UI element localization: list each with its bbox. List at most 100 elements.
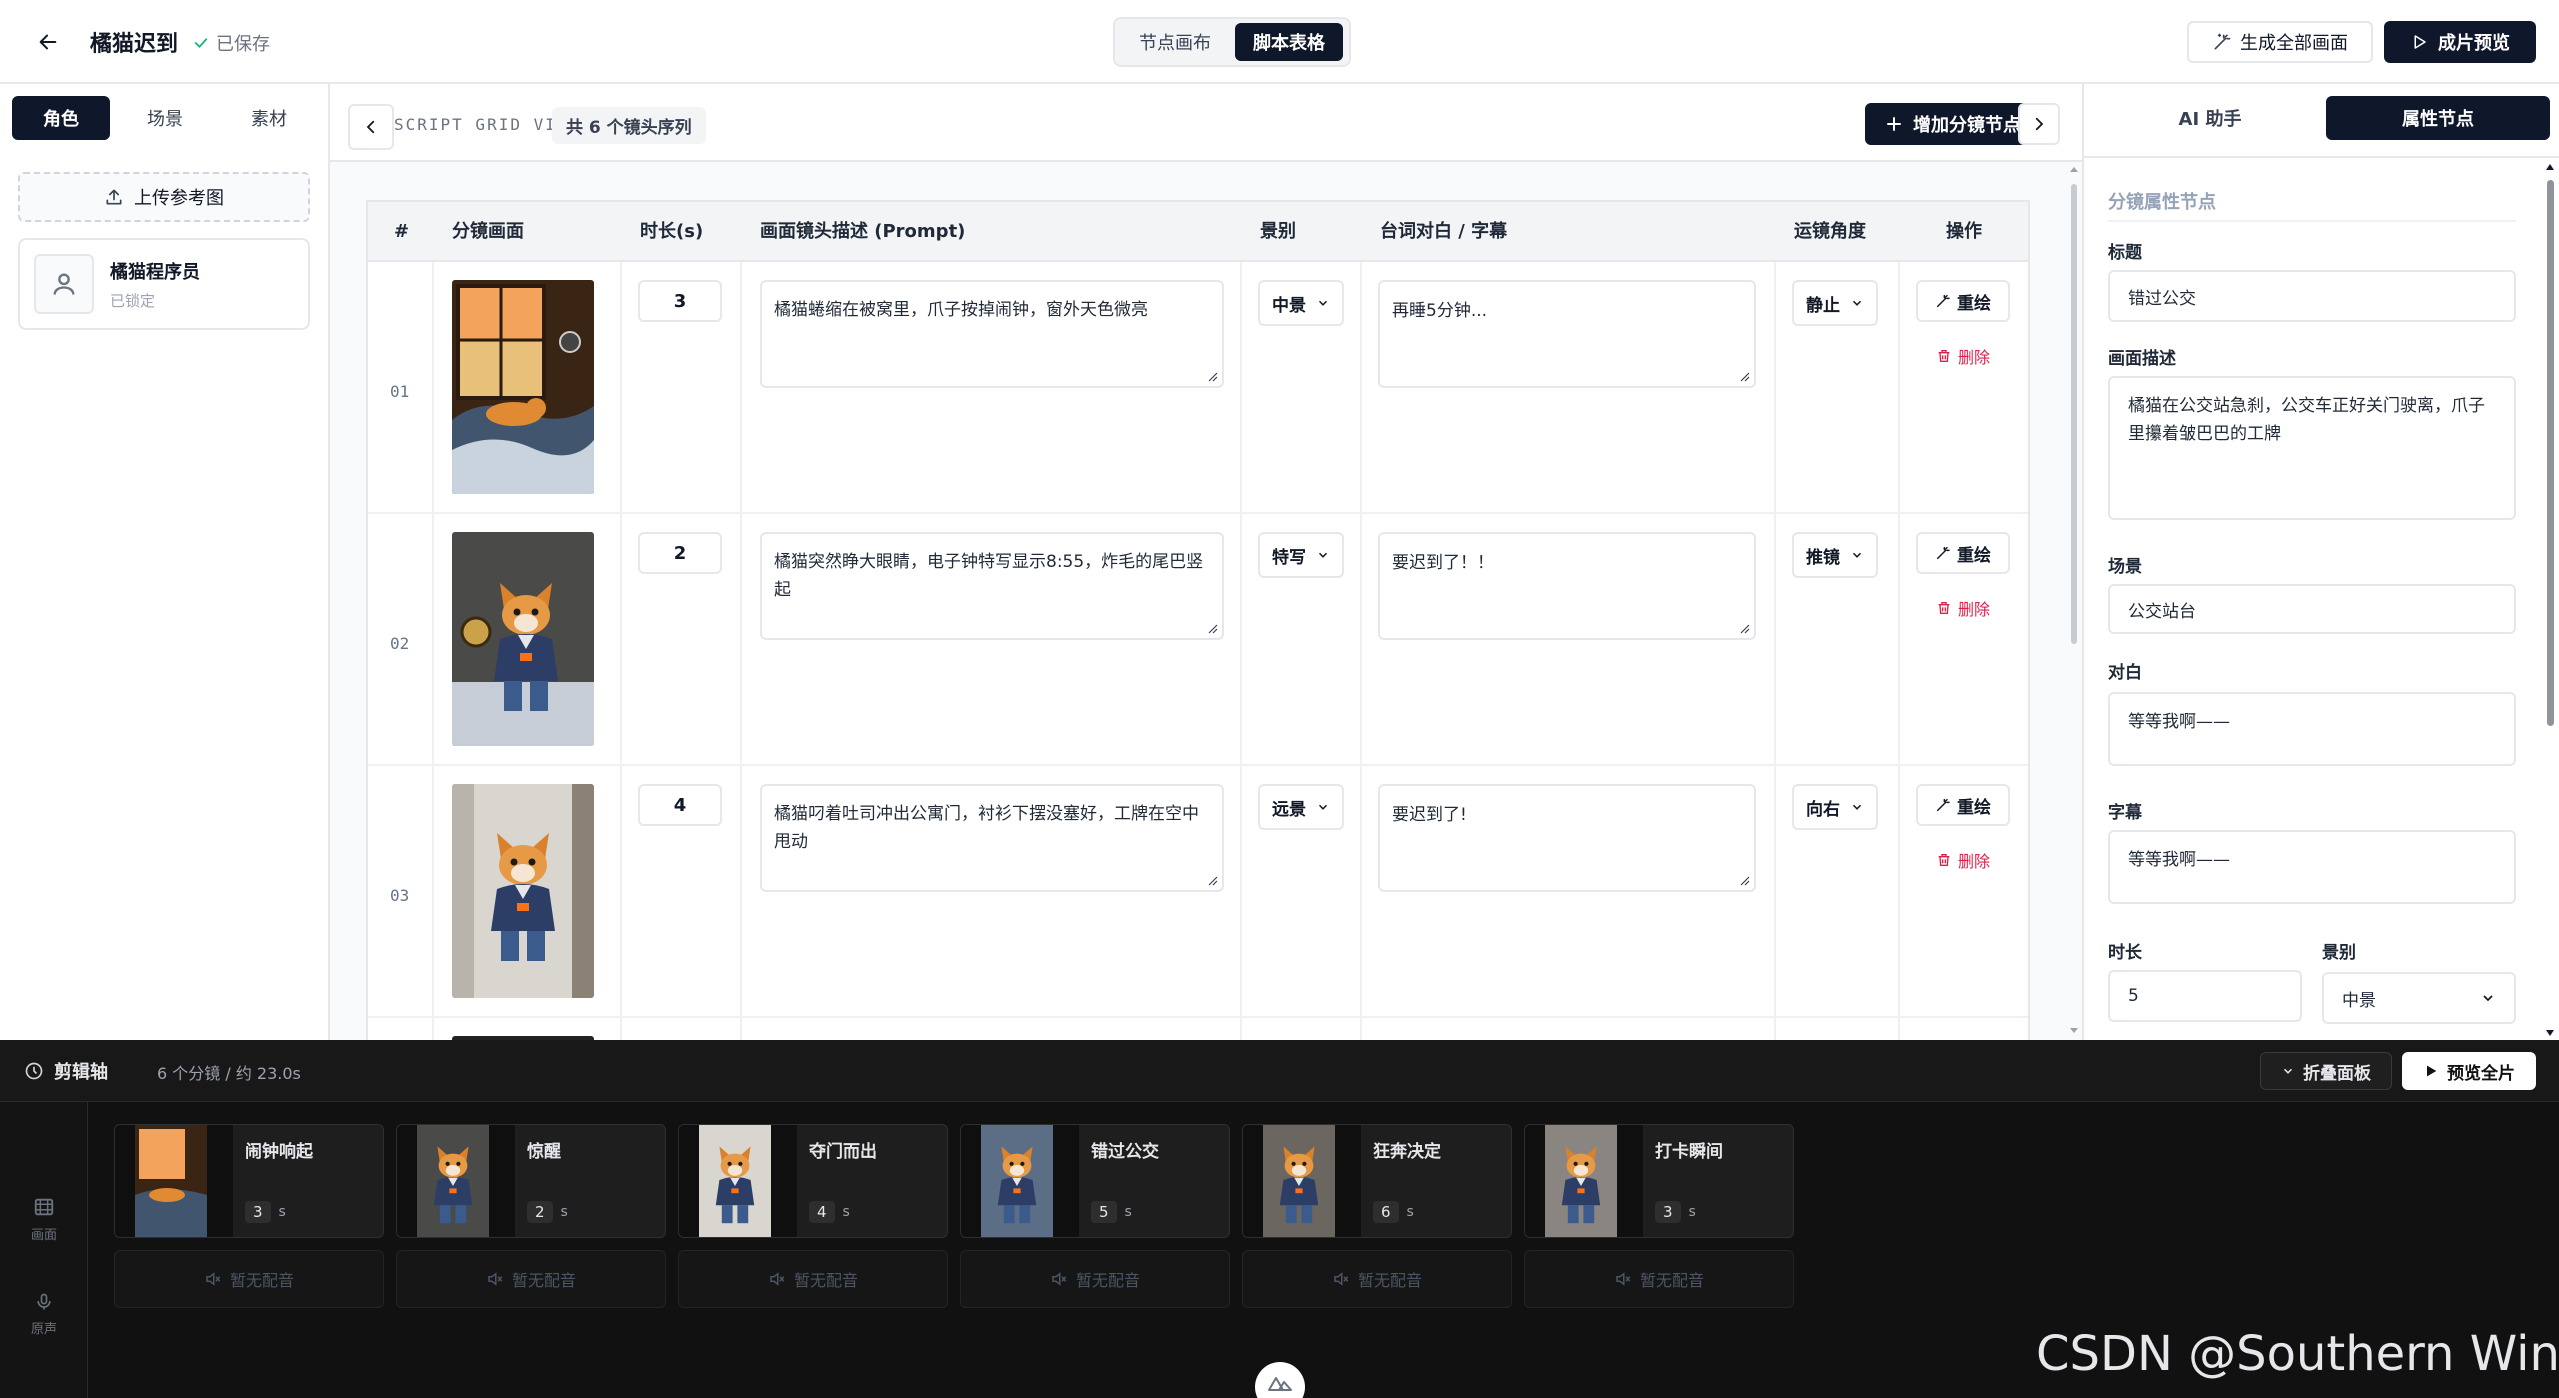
back-arrow-icon[interactable] bbox=[32, 26, 64, 58]
prompt-textarea[interactable]: 橘猫蜷缩在被窝里，爪子按掉闹钟，窗外天色微亮 bbox=[760, 280, 1224, 388]
audio-slot[interactable]: 暂无配音 bbox=[678, 1250, 948, 1308]
dialog-field[interactable]: 等等我啊—— bbox=[2108, 692, 2516, 766]
chevron-right-icon bbox=[2035, 117, 2044, 131]
timeline-clip[interactable]: 狂奔决定 6s bbox=[1242, 1124, 1512, 1238]
prompt-textarea[interactable]: 橘猫叼着吐司冲出公寓门，衬衫下摆没塞好，工牌在空中甩动 bbox=[760, 784, 1224, 892]
timeline-clip[interactable]: 打卡瞬间 3s bbox=[1524, 1124, 1794, 1238]
clip-duration: 2s bbox=[527, 1201, 568, 1223]
timeline-title-text: 剪辑轴 bbox=[54, 1062, 108, 1083]
timeline-clip[interactable]: 闹钟响起 3s bbox=[114, 1124, 384, 1238]
shot-size-select[interactable]: 远景 bbox=[1258, 784, 1344, 830]
no-audio-label: 暂无配音 bbox=[511, 1271, 576, 1290]
tab-script-table[interactable]: 脚本表格 bbox=[1235, 23, 1343, 61]
check-icon bbox=[194, 38, 208, 49]
shot-thumbnail[interactable] bbox=[452, 280, 594, 494]
dialog-text: 要迟到了! bbox=[1392, 805, 1467, 825]
add-node-label: 增加分镜节点 bbox=[1913, 115, 2021, 136]
no-audio-label: 暂无配音 bbox=[793, 1271, 858, 1290]
table-header: # 分镜画面 时长(s) 画面镜头描述 (Prompt) 景别 台词对白 / 字… bbox=[368, 202, 2028, 262]
tab-ai-assistant[interactable]: AI 助手 bbox=[2098, 96, 2322, 140]
delete-button[interactable]: 删除 bbox=[1936, 848, 1990, 872]
shot-thumbnail[interactable] bbox=[452, 532, 594, 746]
tab-characters[interactable]: 角色 bbox=[12, 96, 110, 140]
clip-duration: 6s bbox=[1373, 1201, 1414, 1223]
shot-size-dropdown[interactable]: 中景 bbox=[2322, 972, 2516, 1024]
mute-icon bbox=[1334, 1272, 1349, 1286]
timeline-clip[interactable]: 夺门而出 4s bbox=[678, 1124, 948, 1238]
camera-angle-select[interactable]: 推镜 bbox=[1792, 532, 1878, 578]
chevron-down-icon bbox=[1318, 552, 1328, 558]
preview-all-button[interactable]: 预览全片 bbox=[2402, 1052, 2536, 1090]
generate-all-button[interactable]: 生成全部画面 bbox=[2187, 21, 2373, 63]
timeline-clip[interactable]: 惊醒 2s bbox=[396, 1124, 666, 1238]
shot-thumbnail[interactable] bbox=[452, 784, 594, 998]
tab-materials[interactable]: 素材 bbox=[220, 96, 318, 140]
duration-input[interactable]: 3 bbox=[638, 280, 722, 322]
audio-slot[interactable]: 暂无配音 bbox=[960, 1250, 1230, 1308]
upload-reference-button[interactable]: 上传参考图 bbox=[18, 172, 310, 222]
redraw-label: 重绘 bbox=[1957, 545, 1991, 566]
project-title: 橘猫迟到 bbox=[90, 32, 179, 57]
character-card[interactable]: 橘猫程序员 已锁定 bbox=[18, 238, 310, 330]
scene-value: 公交站台 bbox=[2128, 601, 2196, 622]
description-field[interactable]: 橘猫在公交站急刹，公交车正好关门驶离，爪子里攥着皱巴巴的工牌 bbox=[2108, 376, 2516, 520]
track-voice[interactable]: 原声 bbox=[0, 1292, 88, 1337]
clip-duration: 4s bbox=[809, 1201, 850, 1223]
camera-angle-select[interactable]: 静止 bbox=[1792, 280, 1878, 326]
fold-panel-button[interactable]: 折叠面板 bbox=[2260, 1052, 2392, 1090]
shot-size-select[interactable]: 中景 bbox=[1258, 280, 1344, 326]
camera-angle-select[interactable]: 向右 bbox=[1792, 784, 1878, 830]
saved-status: 已保存 bbox=[192, 30, 270, 56]
timeline-title: 剪辑轴 bbox=[24, 1058, 108, 1084]
title-field[interactable]: 错过公交 bbox=[2108, 270, 2516, 322]
timeline-clip[interactable]: 错过公交 5s bbox=[960, 1124, 1230, 1238]
track-picture[interactable]: 画面 bbox=[0, 1196, 88, 1243]
prompt-textarea[interactable]: 橘猫突然睁大眼睛，电子钟特写显示8:55，炸毛的尾巴竖起 bbox=[760, 532, 1224, 640]
clip-name: 错过公交 bbox=[1091, 1142, 1159, 1162]
duration-input[interactable]: 4 bbox=[638, 784, 722, 826]
saved-label: 已保存 bbox=[216, 34, 270, 55]
grid-scrollbar[interactable] bbox=[2066, 164, 2082, 1036]
redraw-button[interactable]: 重绘 bbox=[1916, 784, 2010, 826]
magic-wand-icon bbox=[1936, 798, 1950, 812]
property-scrollbar[interactable] bbox=[2541, 158, 2559, 1042]
scene-field[interactable]: 公交站台 bbox=[2108, 584, 2516, 634]
duration-field[interactable]: 5 bbox=[2108, 970, 2302, 1022]
clip-duration-value: 3 bbox=[1655, 1201, 1681, 1223]
delete-label: 删除 bbox=[1958, 348, 1991, 367]
prompt-text: 橘猫突然睁大眼睛，电子钟特写显示8:55，炸毛的尾巴竖起 bbox=[774, 552, 1204, 600]
audio-slot[interactable]: 暂无配音 bbox=[1242, 1250, 1512, 1308]
play-icon bbox=[2427, 1065, 2437, 1077]
audio-slot[interactable]: 暂无配音 bbox=[396, 1250, 666, 1308]
row-number: 03 bbox=[390, 886, 410, 905]
final-preview-button[interactable]: 成片预览 bbox=[2384, 21, 2536, 63]
table-row bbox=[368, 1018, 2028, 1040]
no-audio-label: 暂无配音 bbox=[1075, 1271, 1140, 1290]
col-dialog: 台词对白 / 字幕 bbox=[1380, 221, 1508, 242]
dialog-textarea[interactable]: 要迟到了! bbox=[1378, 784, 1756, 892]
character-name: 橘猫程序员 bbox=[110, 262, 200, 283]
redraw-button[interactable]: 重绘 bbox=[1916, 532, 2010, 574]
track-sidebar: 画面 原声 bbox=[0, 1102, 88, 1398]
upload-icon bbox=[106, 189, 122, 205]
tab-property-node[interactable]: 属性节点 bbox=[2326, 96, 2550, 140]
dialog-textarea[interactable]: 要迟到了！！ bbox=[1378, 532, 1756, 640]
tab-node-canvas[interactable]: 节点画布 bbox=[1119, 23, 1231, 61]
dialog-textarea[interactable]: 再睡5分钟... bbox=[1378, 280, 1756, 388]
tab-scenes[interactable]: 场景 bbox=[116, 96, 214, 140]
magic-wand-icon bbox=[1936, 294, 1950, 308]
redraw-button[interactable]: 重绘 bbox=[1916, 280, 2010, 322]
audio-slot[interactable]: 暂无配音 bbox=[1524, 1250, 1794, 1308]
scroll-left-button[interactable] bbox=[348, 104, 394, 150]
delete-button[interactable]: 删除 bbox=[1936, 344, 1990, 368]
clip-duration: 5s bbox=[1091, 1201, 1132, 1223]
delete-button[interactable]: 删除 bbox=[1936, 596, 1990, 620]
scroll-right-button[interactable] bbox=[2018, 103, 2060, 145]
duration-input[interactable]: 2 bbox=[638, 532, 722, 574]
clip-duration: 3s bbox=[245, 1201, 286, 1223]
subtitle-field[interactable]: 等等我啊—— bbox=[2108, 830, 2516, 904]
shot-size-label: 景别 bbox=[2322, 943, 2356, 963]
audio-slot[interactable]: 暂无配音 bbox=[114, 1250, 384, 1308]
redraw-label: 重绘 bbox=[1957, 293, 1991, 314]
shot-size-select[interactable]: 特写 bbox=[1258, 532, 1344, 578]
